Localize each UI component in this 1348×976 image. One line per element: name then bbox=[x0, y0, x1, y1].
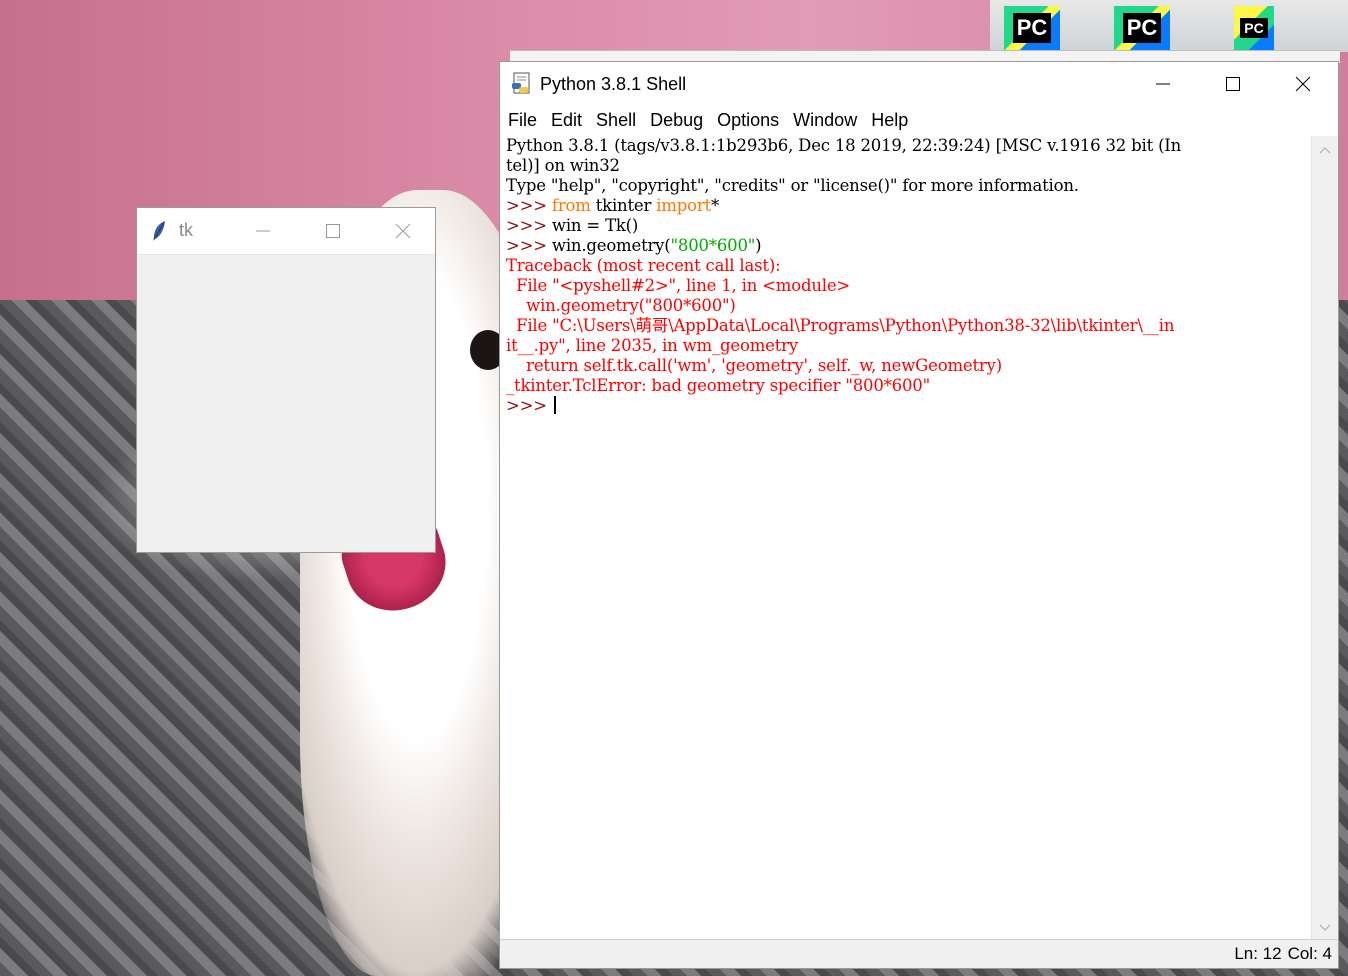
shell-line: Python 3.8.1 (tags/v3.8.1:1b293b6, Dec 1… bbox=[506, 136, 1181, 156]
minimize-icon bbox=[256, 230, 270, 232]
pycharm-icon-label: PC bbox=[1240, 18, 1268, 38]
pycharm-icon-label: PC bbox=[1122, 13, 1162, 43]
shell-text-segment: import bbox=[656, 196, 711, 215]
shell-line: _tkinter.TclError: bad geometry specifie… bbox=[506, 376, 930, 396]
shell-text-segment: it__.py", line 2035, in wm_geometry bbox=[506, 336, 798, 355]
text-cursor bbox=[553, 396, 556, 414]
shell-text-segment: win.geometry( bbox=[551, 236, 671, 255]
shell-line: return self.tk.call('wm', 'geometry', se… bbox=[506, 356, 1002, 376]
tk-window-title: tk bbox=[179, 220, 194, 240]
shell-text-segment: ) bbox=[755, 236, 762, 255]
maximize-icon bbox=[326, 224, 340, 238]
shell-line: >>> from tkinter import* bbox=[506, 196, 719, 216]
maximize-button[interactable] bbox=[1198, 62, 1268, 106]
shell-text-segment: >>> bbox=[506, 236, 552, 255]
close-icon bbox=[395, 223, 411, 239]
shell-window-title: Python 3.8.1 Shell bbox=[540, 74, 687, 94]
tk-window[interactable]: tk bbox=[136, 207, 436, 553]
shell-text-area[interactable]: Python 3.8.1 (tags/v3.8.1:1b293b6, Dec 1… bbox=[500, 136, 1312, 940]
close-icon bbox=[1295, 76, 1311, 92]
shell-statusbar: Ln: 12 Col: 4 bbox=[500, 939, 1338, 968]
menu-window[interactable]: Window bbox=[786, 106, 864, 134]
shell-titlebar[interactable]: Python 3.8.1 Shell bbox=[500, 62, 1338, 106]
vertical-scrollbar[interactable] bbox=[1311, 136, 1338, 942]
minimize-button[interactable] bbox=[243, 216, 283, 246]
minimize-button[interactable] bbox=[1128, 62, 1198, 106]
shell-line: it__.py", line 2035, in wm_geometry bbox=[506, 336, 798, 356]
menu-options[interactable]: Options bbox=[710, 106, 786, 134]
menu-shell[interactable]: Shell bbox=[589, 106, 643, 134]
pycharm-icon[interactable]: PC bbox=[1004, 6, 1060, 50]
shell-text-segment: tkinter bbox=[590, 196, 657, 215]
minimize-icon bbox=[1156, 83, 1170, 85]
pycharm-icon[interactable]: PC bbox=[1234, 6, 1274, 50]
shell-text-segment: File "C:\Users\萌哥\AppData\Local\Programs… bbox=[506, 316, 1175, 335]
shell-text-segment: _tkinter.TclError: bad geometry specifie… bbox=[506, 376, 930, 395]
shell-text-segment: File "<pyshell#2>", line 1, in <module> bbox=[506, 276, 851, 295]
scroll-up-arrow-icon[interactable] bbox=[1312, 138, 1338, 162]
shell-text-segment: from bbox=[551, 196, 591, 215]
shell-text-segment: >>> bbox=[506, 216, 552, 235]
close-button[interactable] bbox=[383, 216, 423, 246]
shell-line: File "<pyshell#2>", line 1, in <module> bbox=[506, 276, 850, 296]
shell-line: >>> win.geometry("800*600") bbox=[506, 236, 762, 256]
shell-line: Type "help", "copyright", "credits" or "… bbox=[506, 176, 1079, 196]
shell-line: win.geometry("800*600") bbox=[506, 296, 736, 316]
menu-help[interactable]: Help bbox=[864, 106, 915, 134]
status-line: Ln: 12 bbox=[1234, 944, 1282, 963]
shell-text-segment: win = Tk() bbox=[551, 216, 639, 235]
shell-text-segment: win.geometry("800*600") bbox=[506, 296, 736, 315]
shell-text-segment: Type "help", "copyright", "credits" or "… bbox=[506, 176, 1079, 195]
pycharm-icon-label: PC bbox=[1012, 13, 1052, 43]
idle-app-icon bbox=[512, 72, 530, 94]
status-col: Col: 4 bbox=[1287, 944, 1332, 963]
tk-titlebar[interactable]: tk bbox=[137, 208, 435, 255]
shell-text-segment: return self.tk.call('wm', 'geometry', se… bbox=[506, 356, 1002, 375]
shell-text-segment: Python 3.8.1 (tags/v3.8.1:1b293b6, Dec 1… bbox=[506, 136, 1182, 155]
feather-icon bbox=[153, 221, 165, 241]
shell-menubar: File Edit Shell Debug Options Window Hel… bbox=[500, 106, 1338, 134]
shell-line: tel)] on win32 bbox=[506, 156, 620, 176]
shell-line: >>> bbox=[506, 396, 556, 416]
shell-line: >>> win = Tk() bbox=[506, 216, 638, 236]
scroll-down-arrow-icon[interactable] bbox=[1312, 916, 1338, 940]
pycharm-icon[interactable]: PC bbox=[1114, 6, 1170, 50]
close-button[interactable] bbox=[1268, 62, 1338, 106]
maximize-icon bbox=[1226, 77, 1240, 91]
python-shell-window[interactable]: Python 3.8.1 Shell File Edit Shell Debug… bbox=[499, 61, 1339, 969]
shell-text-segment: * bbox=[710, 196, 720, 215]
shell-text-segment: "800*600" bbox=[670, 236, 756, 255]
menu-debug[interactable]: Debug bbox=[643, 106, 710, 134]
shell-line: Traceback (most recent call last): bbox=[506, 256, 781, 276]
menu-edit[interactable]: Edit bbox=[544, 106, 589, 134]
shell-text-segment: Traceback (most recent call last): bbox=[506, 256, 781, 275]
shell-text-segment: >>> bbox=[506, 196, 552, 215]
maximize-button[interactable] bbox=[313, 216, 353, 246]
shell-text-segment: tel)] on win32 bbox=[506, 156, 620, 175]
menu-file[interactable]: File bbox=[500, 106, 544, 134]
shell-line: File "C:\Users\萌哥\AppData\Local\Programs… bbox=[506, 316, 1174, 336]
shell-text-segment: >>> bbox=[506, 396, 552, 415]
